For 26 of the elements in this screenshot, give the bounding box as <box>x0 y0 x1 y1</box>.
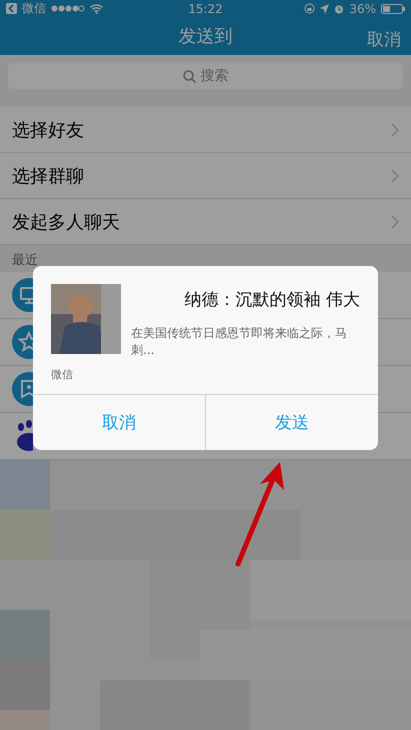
back-label[interactable]: 微信 <box>22 0 46 18</box>
rotation-lock-icon <box>304 3 316 14</box>
chevron-icon <box>391 214 399 228</box>
section-header: 最近 <box>11 252 39 270</box>
battery-icon <box>381 4 405 14</box>
dialog-button[interactable]: 取消 <box>33 395 205 450</box>
article-summary: 在美国传统节日感恩节即将来临之际，马刺... <box>131 325 348 359</box>
alarm-icon <box>334 4 344 14</box>
clock-time: 15:22 <box>188 2 223 16</box>
article-title: 纳德：沉默的领袖 伟大 <box>184 289 360 311</box>
location-icon <box>320 4 330 14</box>
action-row[interactable]: 发起多人聊天 <box>0 199 411 245</box>
action-row[interactable]: 选择群聊 <box>0 153 411 199</box>
back-icon[interactable] <box>6 3 17 14</box>
signal-icon <box>51 5 85 12</box>
cancel-link[interactable]: 取消 <box>367 28 401 52</box>
battery-percent: 36% <box>349 2 376 16</box>
search-field[interactable]: 搜索 <box>8 63 403 89</box>
chevron-icon <box>391 122 399 136</box>
action-row[interactable]: 选择好友 <box>0 107 411 153</box>
chevron-icon <box>391 168 399 182</box>
dialog-button[interactable]: 发送 <box>205 395 378 450</box>
screen-title: 发送到 <box>178 25 232 48</box>
source-label: 微信 <box>51 367 73 382</box>
wifi-icon <box>90 4 103 14</box>
search-icon <box>182 70 196 82</box>
